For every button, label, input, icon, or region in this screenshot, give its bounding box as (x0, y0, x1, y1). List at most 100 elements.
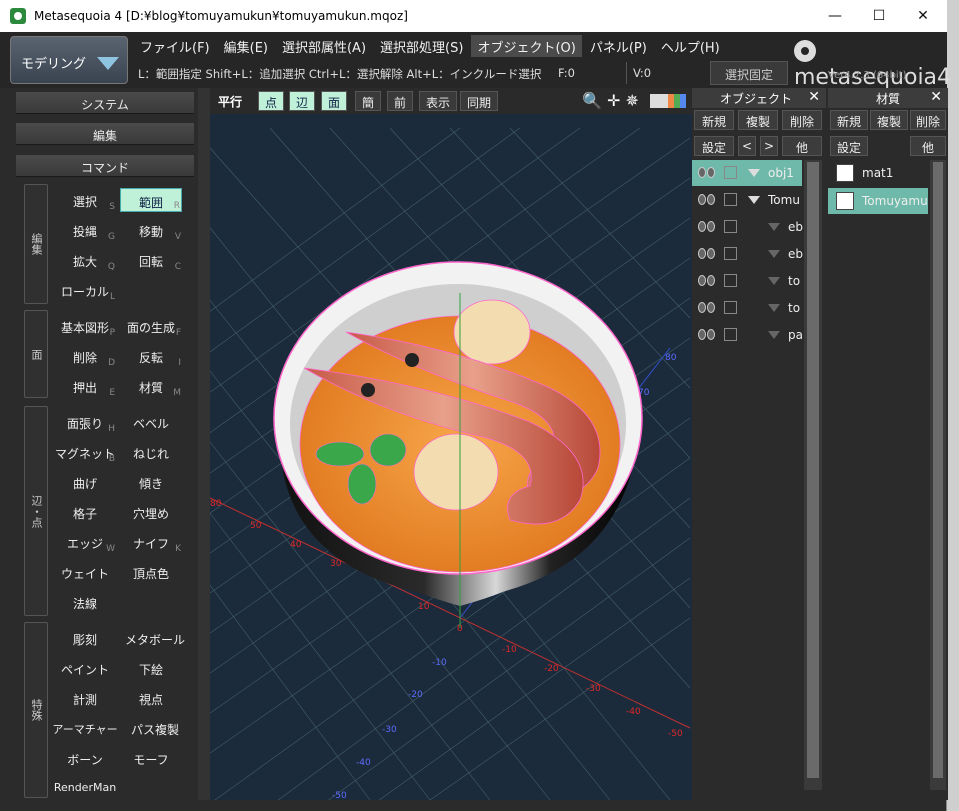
expand-triangle-icon[interactable] (768, 304, 780, 312)
section-command[interactable]: コマンド (16, 155, 194, 177)
cmd-renderman[interactable]: RenderMan (50, 776, 120, 800)
expand-triangle-icon[interactable] (748, 196, 760, 204)
cmd-scale[interactable]: 拡大 Q (54, 248, 116, 272)
close-button[interactable]: ✕ (911, 4, 935, 28)
lock-checkbox[interactable] (724, 274, 737, 287)
visibility-eye-icon[interactable] (698, 221, 716, 233)
view-layout-icon[interactable] (650, 94, 686, 108)
cmd-weight[interactable]: ウェイト (54, 560, 116, 584)
cmd-tilt[interactable]: 傾き (120, 470, 182, 494)
cmd-edge[interactable]: エッジ W (54, 530, 116, 554)
cmd-select[interactable]: 選択 S (54, 188, 116, 212)
menu-selection-process[interactable]: 選択部処理(S) (374, 35, 469, 57)
selection-lock-button[interactable]: 選択固定 (710, 61, 788, 85)
front-toggle[interactable]: 前 (387, 91, 414, 111)
sync-button[interactable]: 同期 (460, 91, 499, 111)
object-row[interactable]: eb (692, 214, 803, 240)
material-row[interactable]: mat1 (828, 160, 928, 186)
cmd-normal[interactable]: 法線 (54, 590, 116, 614)
cmd-measure[interactable]: 計測 (54, 686, 116, 710)
cmd-vertex-color[interactable]: 頂点色 (120, 560, 182, 584)
cmd-armature[interactable]: アーマチャー (50, 716, 120, 740)
object-next-button[interactable]: > (760, 136, 778, 156)
cmd-path-duplicate[interactable]: パス複製 (122, 716, 188, 740)
cmd-bend[interactable]: 曲げ (54, 470, 116, 494)
cmd-underlay[interactable]: 下絵 (120, 656, 182, 680)
expand-triangle-icon[interactable] (748, 169, 760, 177)
cmd-face-fill[interactable]: 面張り H (54, 410, 116, 434)
expand-triangle-icon[interactable] (768, 331, 780, 339)
mode-selector-button[interactable]: モデリング (10, 36, 128, 84)
object-other-button[interactable]: 他 (782, 136, 822, 156)
cmd-magnet[interactable]: マグネット B (54, 440, 116, 464)
object-duplicate-button[interactable]: 複製 (738, 110, 778, 130)
object-delete-button[interactable]: 削除 (782, 110, 822, 130)
material-delete-button[interactable]: 削除 (910, 110, 946, 130)
material-duplicate-button[interactable]: 複製 (870, 110, 908, 130)
object-row[interactable]: pa (692, 322, 803, 348)
material-settings-button[interactable]: 設定 (830, 136, 868, 156)
pan-icon[interactable]: ✛ (607, 91, 620, 110)
left-panel-scrollbar[interactable] (198, 88, 210, 800)
object-prev-button[interactable]: < (738, 136, 756, 156)
lock-checkbox[interactable] (724, 247, 737, 260)
cmd-face-generate[interactable]: 面の生成 F (120, 314, 182, 338)
lock-checkbox[interactable] (724, 166, 737, 179)
menu-file[interactable]: ファイル(F) (134, 35, 216, 57)
visibility-eye-icon[interactable] (698, 194, 716, 206)
cmd-lasso[interactable]: 投縄 G (54, 218, 116, 242)
rotate-view-icon[interactable]: ✵ (626, 91, 639, 110)
object-row[interactable]: obj1 (692, 160, 802, 186)
cmd-flip[interactable]: 反転 I (120, 344, 182, 368)
cmd-move[interactable]: 移動 V (120, 218, 182, 242)
lock-checkbox[interactable] (724, 193, 737, 206)
object-row[interactable]: to (692, 268, 802, 294)
edge-toggle[interactable]: 辺 (289, 91, 316, 111)
menu-panel[interactable]: パネル(P) (584, 35, 653, 57)
cmd-bevel[interactable]: ベベル (120, 410, 182, 434)
visibility-eye-icon[interactable] (698, 302, 716, 314)
lock-checkbox[interactable] (724, 328, 737, 341)
cmd-material[interactable]: 材質 M (120, 374, 182, 398)
object-row[interactable]: to (692, 295, 802, 321)
lock-checkbox[interactable] (724, 301, 737, 314)
vertex-toggle[interactable]: 点 (258, 91, 285, 111)
cmd-bone[interactable]: ボーン (54, 746, 116, 770)
cmd-primitive[interactable]: 基本図形 P (54, 314, 116, 338)
cmd-metaball[interactable]: メタボール (120, 626, 190, 650)
material-other-button[interactable]: 他 (910, 136, 946, 156)
cmd-paint[interactable]: ペイント (54, 656, 116, 680)
section-edit[interactable]: 編集 (16, 123, 194, 145)
menu-help[interactable]: ヘルプ(H) (655, 35, 726, 57)
object-settings-button[interactable]: 設定 (694, 136, 734, 156)
cmd-viewpoint[interactable]: 視点 (120, 686, 182, 710)
cmd-delete[interactable]: 削除 D (54, 344, 116, 368)
material-panel-close-icon[interactable]: ✕ (930, 89, 942, 105)
projection-label[interactable]: 平行 (218, 93, 242, 110)
material-list-scrollbar[interactable] (930, 160, 946, 790)
cmd-rotate[interactable]: 回転 C (120, 248, 182, 272)
cmd-hole-fill[interactable]: 穴埋め (120, 500, 182, 524)
object-row[interactable]: Tomu (692, 187, 802, 213)
object-new-button[interactable]: 新規 (694, 110, 734, 130)
expand-triangle-icon[interactable] (768, 250, 780, 258)
material-new-button[interactable]: 新規 (830, 110, 868, 130)
face-toggle[interactable]: 面 (321, 91, 348, 111)
expand-triangle-icon[interactable] (768, 223, 780, 231)
display-button[interactable]: 表示 (419, 91, 458, 111)
zoom-icon[interactable]: 🔍 (582, 91, 602, 110)
maximize-button[interactable]: ☐ (867, 4, 891, 28)
minimize-button[interactable]: — (823, 4, 847, 28)
visibility-eye-icon[interactable] (698, 329, 716, 341)
viewport-canvas[interactable]: 80 70 60 50 40 30 20 10 -10 -20 -30 -40 … (210, 88, 692, 800)
section-system[interactable]: システム (16, 92, 194, 114)
visibility-eye-icon[interactable] (698, 275, 716, 287)
menu-edit[interactable]: 編集(E) (218, 35, 274, 57)
cmd-lattice[interactable]: 格子 (54, 500, 116, 524)
cmd-range[interactable]: 範囲 R (120, 188, 182, 212)
visibility-eye-icon[interactable] (698, 167, 716, 179)
object-row[interactable]: eb (692, 241, 803, 267)
cmd-morph[interactable]: モーフ (120, 746, 182, 770)
cmd-twist[interactable]: ねじれ (120, 440, 182, 464)
cmd-local[interactable]: ローカル L (54, 278, 116, 302)
